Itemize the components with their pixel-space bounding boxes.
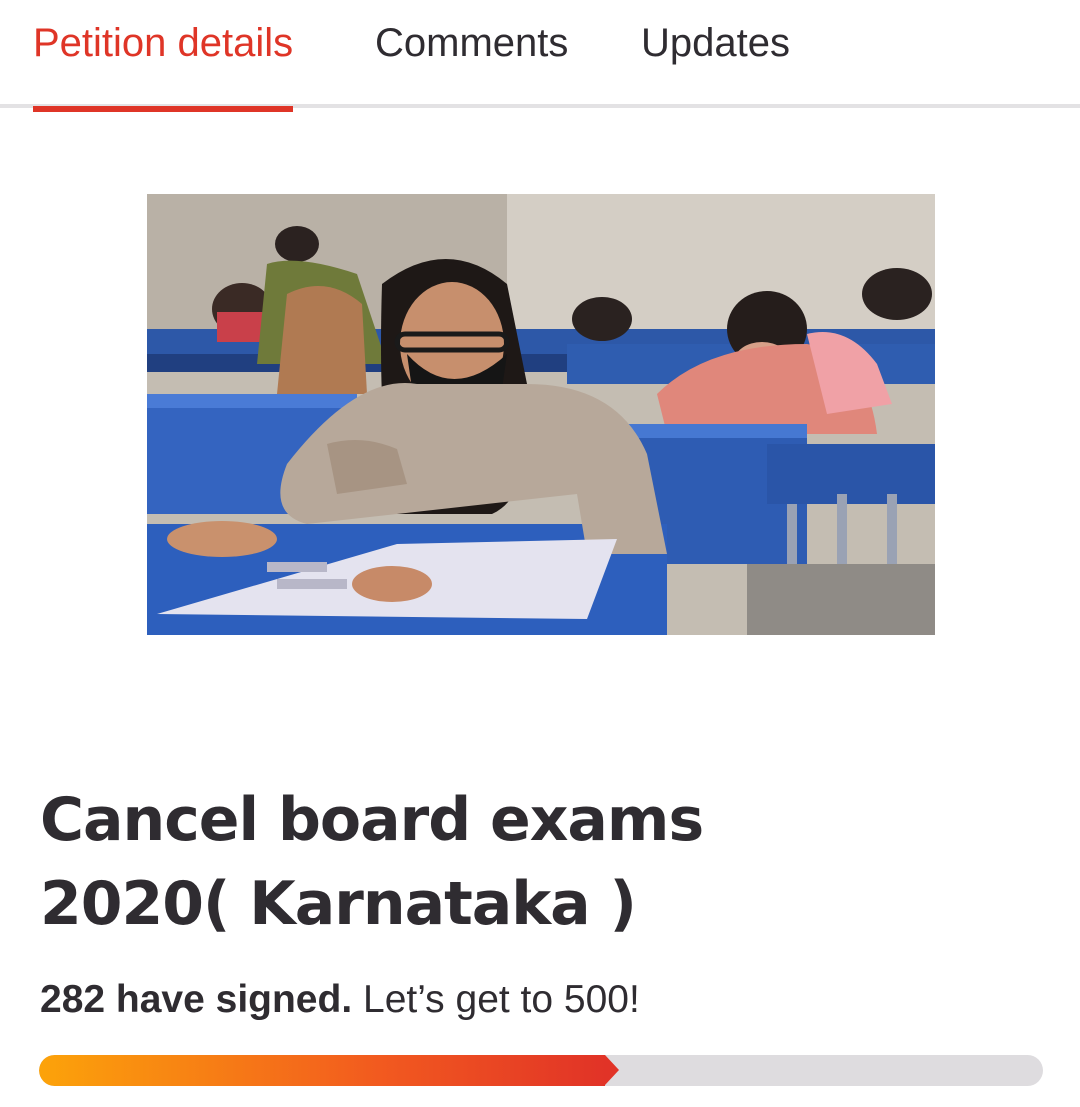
signature-goal-text: Let’s get to 500! <box>363 978 640 1021</box>
petition-title: Cancel board exams 2020( Karnataka ) <box>40 785 704 939</box>
tab-bar: Petition details Comments Updates <box>0 0 1080 112</box>
signature-count: 282 have signed. <box>40 978 353 1021</box>
petition-photo <box>147 194 935 635</box>
tab-comments[interactable]: Comments <box>375 0 568 108</box>
signature-progress-bar <box>39 1055 1043 1086</box>
signature-progress-fill <box>39 1055 619 1086</box>
signature-summary: 282 have signed. Let’s get to 500! <box>40 976 640 1024</box>
tab-updates[interactable]: Updates <box>641 0 790 108</box>
tab-petition-details[interactable]: Petition details <box>33 0 294 112</box>
